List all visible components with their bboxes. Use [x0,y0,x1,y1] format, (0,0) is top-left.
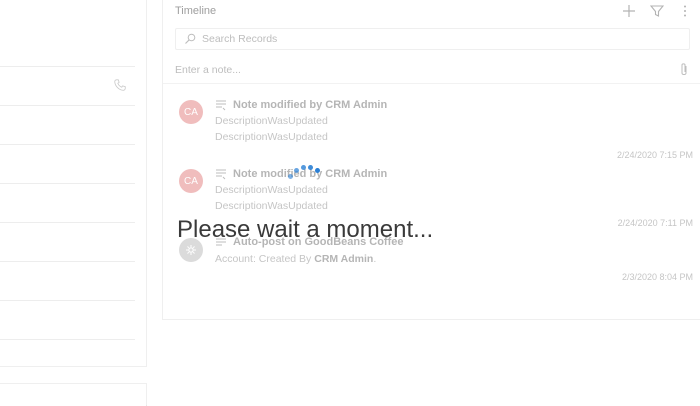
more-vertical-icon[interactable] [677,3,693,19]
entry-description: Account: Created By CRM Admin. [215,253,376,265]
avatar: CA [179,100,203,124]
avatar: CA [179,169,203,193]
entry-suffix: . [373,253,377,265]
plus-icon[interactable] [621,3,637,19]
gear-icon [186,245,196,255]
form-field-row[interactable] [0,144,135,184]
form-panel-secondary [0,383,147,406]
loading-message: Please wait a moment... [177,216,434,243]
timeline-divider [163,83,700,84]
note-icon [216,100,226,111]
form-field-row[interactable] [0,300,135,340]
entry-timestamp: 2/24/2020 7:15 PM [616,150,693,160]
form-panel [0,0,147,367]
search-input[interactable] [202,31,672,47]
entry-description: DescriptionWasUpdated [215,184,328,196]
form-field-row[interactable] [0,222,135,262]
loading-spinner-icon [288,162,328,182]
note-icon [216,169,226,180]
entry-user: CRM Admin [314,253,374,265]
entry-description: DescriptionWasUpdated [215,131,328,143]
entry-prefix: Account: Created By [215,253,312,265]
form-field-row-phone[interactable] [0,66,135,106]
form-field-row[interactable] [0,27,135,67]
timeline-panel: Timeline CA Note modified by CRM Admin D… [162,0,700,320]
filter-icon[interactable] [649,3,665,19]
entry-description: DescriptionWasUpdated [215,200,328,212]
entry-timestamp: 2/3/2020 8:04 PM [621,272,693,282]
timeline-entry[interactable]: CA Note modified by CRM Admin Descriptio… [163,94,700,164]
timeline-toolbar [621,3,693,19]
form-field-row[interactable] [0,183,135,223]
entry-title: Note modified by CRM Admin [233,99,388,111]
note-input[interactable] [175,62,645,78]
entry-description: DescriptionWasUpdated [215,115,328,127]
search-records-box [175,28,690,50]
entry-timestamp: 2/24/2020 7:11 PM [617,218,693,228]
form-field-row[interactable] [0,261,135,301]
phone-icon[interactable] [113,78,127,92]
paperclip-icon[interactable] [679,62,689,78]
search-icon [185,33,196,44]
form-field-row[interactable] [0,105,135,145]
timeline-title: Timeline [175,5,217,17]
